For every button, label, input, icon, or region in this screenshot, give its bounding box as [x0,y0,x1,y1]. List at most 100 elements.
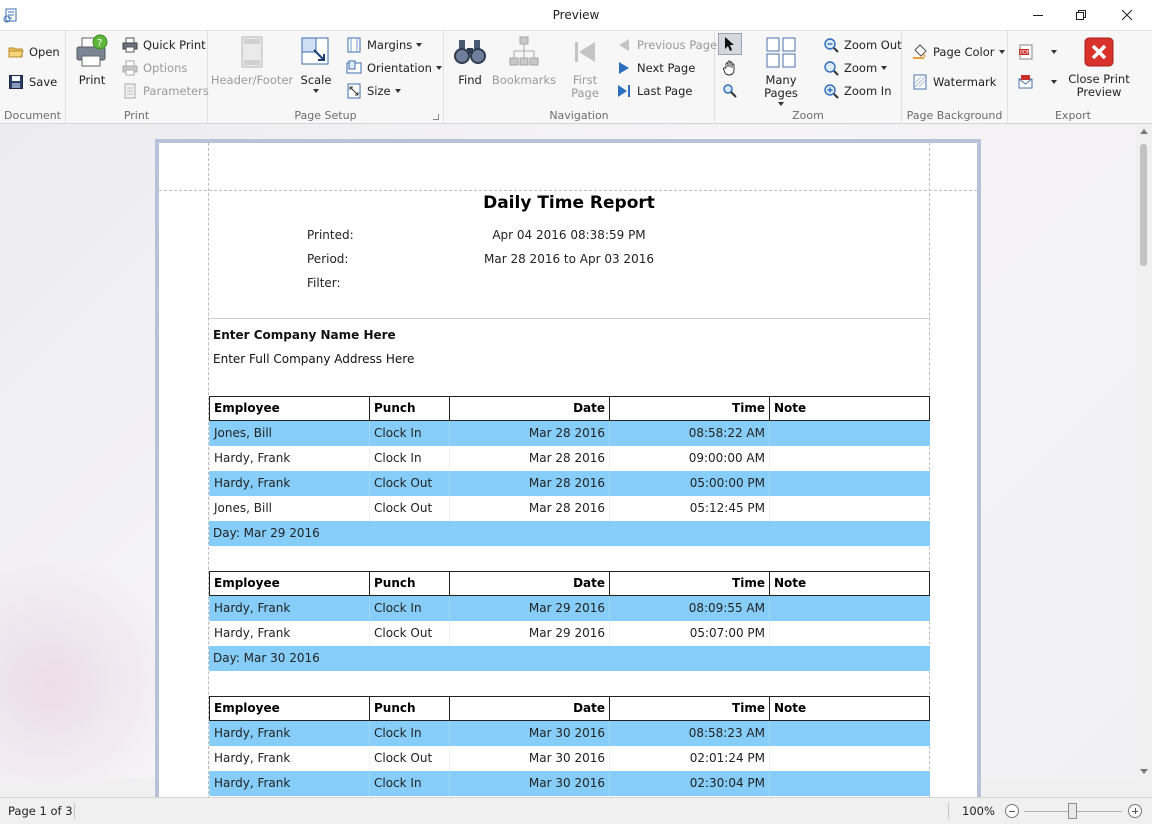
background-decoration [0,555,180,779]
first-page-label: First Page [571,73,599,100]
zoom-label: Zoom [844,60,878,75]
zoom-in-button[interactable]: Zoom In [823,80,892,101]
margins-button[interactable]: Margins [346,34,423,55]
next-page-button[interactable]: Next Page [616,57,695,78]
quick-print-button[interactable]: Quick Print [122,34,206,55]
table-header-row: Employee Punch Date Time Note [209,396,930,422]
zoom-out-button[interactable]: Zoom Out [823,34,902,55]
table-row[interactable]: Hardy, Frank Clock In Mar 30 2016 08:58:23 … [209,721,930,746]
close-print-preview-button[interactable]: Close Print Preview [1068,34,1130,99]
table-row[interactable]: Hardy, Frank Clock In Mar 30 2016 02:30:04 … [209,771,930,796]
zoom-dropdown-icon [881,65,888,70]
minimize-button[interactable] [1015,0,1061,30]
bookmarks-tree-icon [509,36,539,66]
print-button[interactable]: ? Print [74,34,110,87]
cell-time: 08:58:23 AM [609,721,769,746]
margins-dropdown-icon [416,42,423,47]
report-page[interactable]: Daily Time Report Printed: Apr 04 2016 0… [159,143,977,799]
cell-time: 05:00:00 PM [609,471,769,496]
cell-time: 05:07:00 PM [609,621,769,646]
first-page-icon [575,42,595,62]
watermark-button[interactable]: Watermark [912,71,996,92]
cell-note [769,721,930,746]
send-pdf-button[interactable] [1018,71,1057,92]
page-color-label: Page Color [933,44,995,59]
many-pages-button[interactable]: Many Pages [749,34,813,106]
table-row[interactable]: Hardy, Frank Clock In Mar 29 2016 08:09:55 … [209,596,930,621]
column-header-time: Time [609,397,769,422]
vertical-scrollbar[interactable] [1136,125,1152,779]
arrow-pointer-icon [725,37,734,51]
table-row[interactable]: Hardy, Frank Clock Out Mar 29 2016 05:07:00… [209,621,930,646]
table-row[interactable]: Jones, Bill Clock In Mar 28 2016 08:58:22 A… [209,421,930,446]
zoom-plus-icon[interactable] [1128,804,1142,818]
table-row[interactable]: Hardy, Frank Clock Out Mar 28 2016 05:00:00… [209,471,930,496]
options-label: Options [143,60,188,75]
meta-label-filter: Filter: [307,276,341,290]
punch-table: Employee Punch Date Time Note Hardy, Frank Clo… [209,571,930,646]
magnifier-tool-button[interactable] [722,80,742,101]
many-pages-label: Many Pages [764,73,798,100]
page-info: Page 1 of 3 [8,804,73,818]
zoom-slider-thumb[interactable] [1068,803,1077,819]
print-label: Print [78,73,106,87]
title-bar: Preview [0,0,1152,31]
scroll-down-icon[interactable] [1140,769,1148,774]
scale-button[interactable]: Scale [298,34,334,93]
cell-employee: Hardy, Frank [209,746,369,771]
export-pdf-button[interactable]: PDF [1018,41,1057,62]
cell-employee: Hardy, Frank [209,771,369,796]
page-size-icon [347,83,361,98]
status-bar: Page 1 of 3 100% [0,797,1152,824]
scrollbar-thumb[interactable] [1140,144,1147,266]
close-print-preview-label: Close Print Preview [1068,72,1130,99]
margins-icon [347,37,361,52]
scroll-up-icon[interactable] [1140,129,1148,134]
paint-bucket-icon [913,43,927,59]
first-page-button[interactable]: First Page [562,34,608,100]
parameters-button[interactable]: Parameters [122,80,209,101]
table-row[interactable]: Hardy, Frank Clock Out Mar 30 2016 02:01:24… [209,746,930,771]
close-window-button[interactable] [1104,0,1150,30]
pdf-file-icon: PDF [1019,44,1033,59]
export-dropdown-icon [1051,49,1057,54]
column-header-employee: Employee [209,397,369,422]
bookmarks-button[interactable]: Bookmarks [492,34,556,87]
cell-note [769,446,930,471]
punch-table: Employee Punch Date Time Note Jones, Bill Cloc… [209,396,930,521]
column-header-time: Time [609,572,769,597]
table-row[interactable]: Jones, Bill Clock Out Mar 28 2016 05:12:45 … [209,496,930,521]
orientation-button[interactable]: Orientation [346,57,442,78]
previous-page-label: Previous Page [637,37,718,52]
column-header-date: Date [449,397,609,422]
cell-punch: Clock In [369,596,449,621]
open-button[interactable]: Open [8,41,60,62]
group-label-navigation: Navigation [549,109,609,122]
column-header-note: Note [769,572,930,597]
company-address: Enter Full Company Address Here [213,352,415,366]
column-header-time: Time [609,697,769,722]
header-footer-button[interactable]: Header/Footer [211,34,293,87]
hand-tool-button[interactable] [722,57,742,78]
page-color-dropdown-icon [998,49,1005,54]
day-group-header: Day: Mar 30 2016 [209,646,930,671]
zoom-level: 100% [962,804,995,818]
watermark-label: Watermark [933,74,997,89]
cell-punch: Clock In [369,446,449,471]
find-button[interactable]: Find [452,34,488,87]
save-button[interactable]: Save [8,71,57,92]
zoom-minus-icon[interactable] [1005,804,1019,818]
table-row[interactable]: Hardy, Frank Clock In Mar 28 2016 09:00:00 … [209,446,930,471]
pointer-tool-button[interactable] [718,33,742,55]
size-button[interactable]: Size [346,80,401,101]
previous-page-button[interactable]: Previous Page [616,34,717,55]
zoom-dropdown-button[interactable]: Zoom [823,57,888,78]
restore-button[interactable] [1058,0,1104,30]
cell-date: Mar 29 2016 [449,596,609,621]
cell-employee: Jones, Bill [209,421,369,446]
cell-employee: Hardy, Frank [209,721,369,746]
last-page-button[interactable]: Last Page [616,80,692,101]
page-color-button[interactable]: Page Color [912,41,1005,62]
orientation-icon [346,60,362,73]
options-button[interactable]: Options [122,57,187,78]
